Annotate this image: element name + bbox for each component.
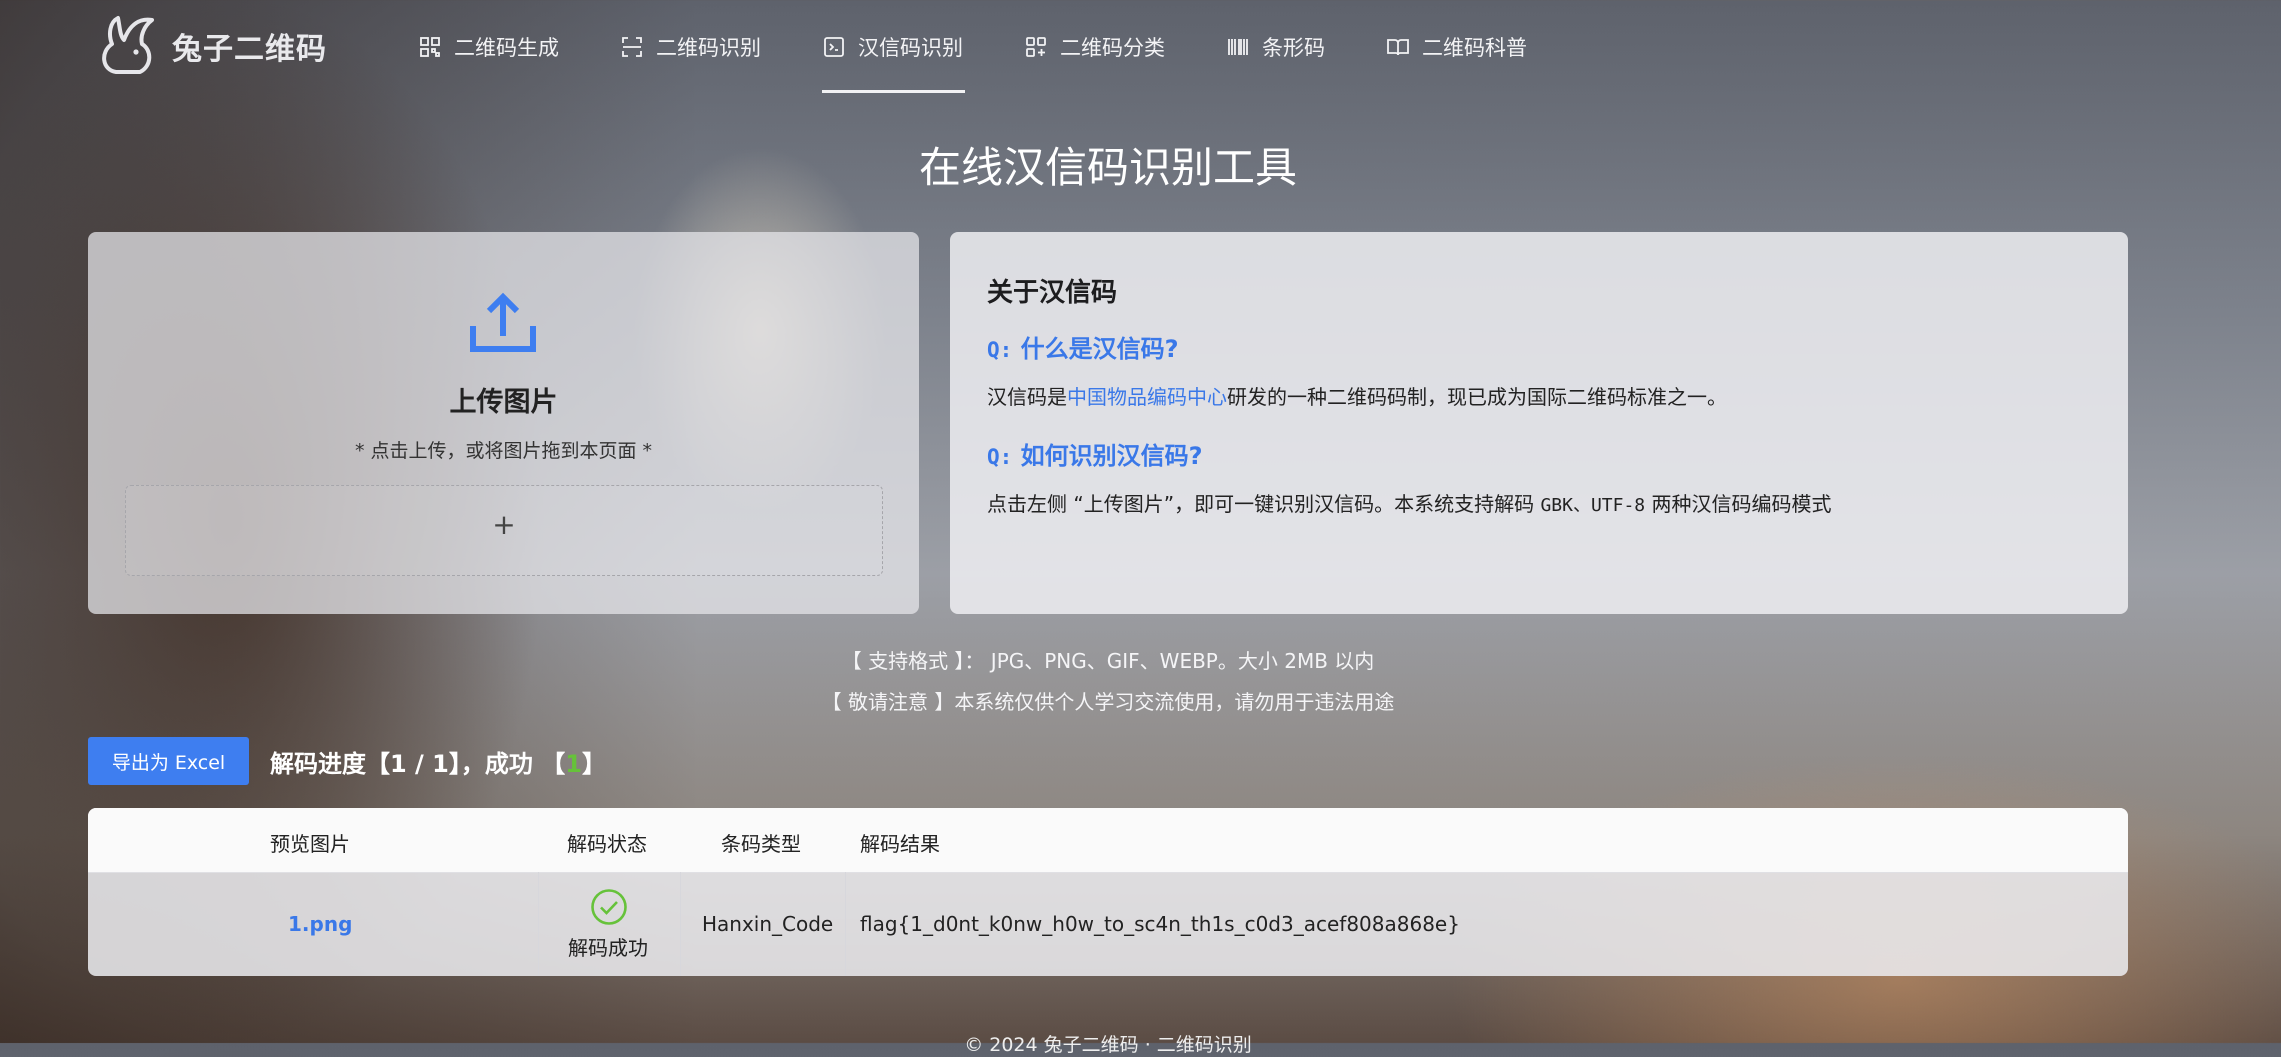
page-title: 在线汉信码识别工具 — [918, 143, 1297, 192]
book-icon — [1387, 39, 1409, 56]
brand-name: 兔子二维码 — [172, 32, 327, 67]
a2-encodings: GBK、UTF-8 — [1540, 495, 1646, 516]
table-header — [88, 808, 2128, 873]
q-mark: Q: — [987, 445, 1013, 469]
rabbit-logo-icon — [102, 16, 154, 74]
col-header-status: 解码状态 — [567, 832, 647, 856]
faq-answer-1: 汉信码是中国物品编码中心研发的一种二维码码制，现已成为国际二维码标准之一。 — [987, 381, 1727, 410]
nav-qr-classify[interactable]: 二维码分类 — [1024, 28, 1165, 66]
check-circle-icon — [591, 889, 627, 925]
progress-suffix: 】 — [581, 750, 606, 778]
plus-icon[interactable]: + — [125, 508, 883, 541]
about-panel — [950, 232, 2128, 614]
q2-text: 如何识别汉信码? — [1020, 442, 1203, 470]
gs1-china-link[interactable]: 中国物品编码中心 — [1067, 385, 1227, 409]
column-divider — [538, 872, 539, 976]
about-title: 关于汉信码 — [987, 278, 1118, 308]
faq-answer-2: 点击左侧 “上传图片”，即可一键识别汉信码。本系统支持解码 GBK、UTF-8 … — [987, 488, 1832, 517]
column-divider — [680, 872, 681, 976]
decode-status: 解码成功 — [568, 936, 648, 960]
col-header-preview: 预览图片 — [270, 832, 350, 856]
a2-prefix: 点击左侧 “上传图片”，即可一键识别汉信码。本系统支持解码 — [987, 492, 1541, 516]
supported-formats-note: 【 支持格式 】： JPG、PNG、GIF、WEBP。大小 2MB 以内 — [841, 649, 1375, 673]
export-excel-button[interactable]: 导出为 Excel — [88, 737, 249, 785]
faq-question-2: Q: 如何识别汉信码? — [987, 436, 1203, 471]
nav-qr-science[interactable]: 二维码科普 — [1386, 28, 1527, 66]
top-nav: 兔子二维码 二维码生成 二维码识别 汉信码识别 二维码分类 条形码 二维码科普 — [0, 0, 2281, 95]
nav-qr-generate[interactable]: 二维码生成 — [418, 28, 559, 66]
nav-label: 二维码科普 — [1422, 36, 1527, 60]
col-header-result: 解码结果 — [860, 832, 940, 856]
barcode-icon — [1228, 39, 1248, 55]
active-tab-indicator — [822, 90, 965, 93]
nav-barcode[interactable]: 条形码 — [1226, 28, 1325, 66]
q1-text: 什么是汉信码? — [1020, 335, 1179, 363]
nav-hanxin-recognize[interactable]: 汉信码识别 — [822, 28, 963, 66]
usage-warning-note: 【 敬请注意 】本系统仅供个人学习交流使用，请勿用于违法用途 — [821, 690, 1395, 714]
decode-progress: 解码进度【1 / 1】，成功 【1】 — [270, 744, 606, 779]
nav-label: 汉信码识别 — [858, 36, 963, 60]
preview-file-link[interactable]: 1.png — [288, 912, 352, 936]
nav-qr-recognize[interactable]: 二维码识别 — [620, 28, 761, 66]
a1-prefix: 汉信码是 — [987, 385, 1067, 409]
scan-icon — [622, 37, 642, 57]
footer: © 2024 兔子二维码 · 二维码识别 — [964, 1034, 1252, 1056]
col-header-type: 条码类型 — [721, 832, 801, 856]
nav-label: 二维码生成 — [454, 36, 559, 60]
brand-logo[interactable]: 兔子二维码 — [96, 14, 327, 78]
nav-label: 条形码 — [1262, 36, 1325, 60]
q-mark: Q: — [987, 338, 1013, 362]
category-icon — [1026, 37, 1046, 57]
results-table: 预览图片 解码状态 条码类型 解码结果 1.png 解码成功 Hanxin_Co… — [88, 808, 2128, 976]
a1-suffix: 研发的一种二维码码制，现已成为国际二维码标准之一。 — [1227, 385, 1727, 409]
nav-label: 二维码分类 — [1060, 36, 1165, 60]
barcode-type: Hanxin_Code — [702, 912, 834, 936]
upload-icon[interactable] — [468, 292, 538, 354]
upload-title: 上传图片 — [449, 387, 558, 418]
qr-grid-icon — [420, 37, 440, 57]
upload-hint: * 点击上传，或将图片拖到本页面 * — [354, 440, 653, 462]
decode-result[interactable]: flag{1_d0nt_k0nw_h0w_to_sc4n_th1s_c0d3_a… — [860, 912, 1460, 936]
faq-question-1: Q: 什么是汉信码? — [987, 329, 1179, 364]
success-count: 1 — [565, 750, 582, 778]
terminal-icon — [824, 37, 844, 57]
nav-label: 二维码识别 — [656, 36, 761, 60]
a2-suffix: 两种汉信码编码模式 — [1645, 492, 1832, 516]
progress-prefix: 解码进度【1 / 1】，成功 【 — [270, 750, 566, 778]
column-divider — [845, 872, 846, 976]
